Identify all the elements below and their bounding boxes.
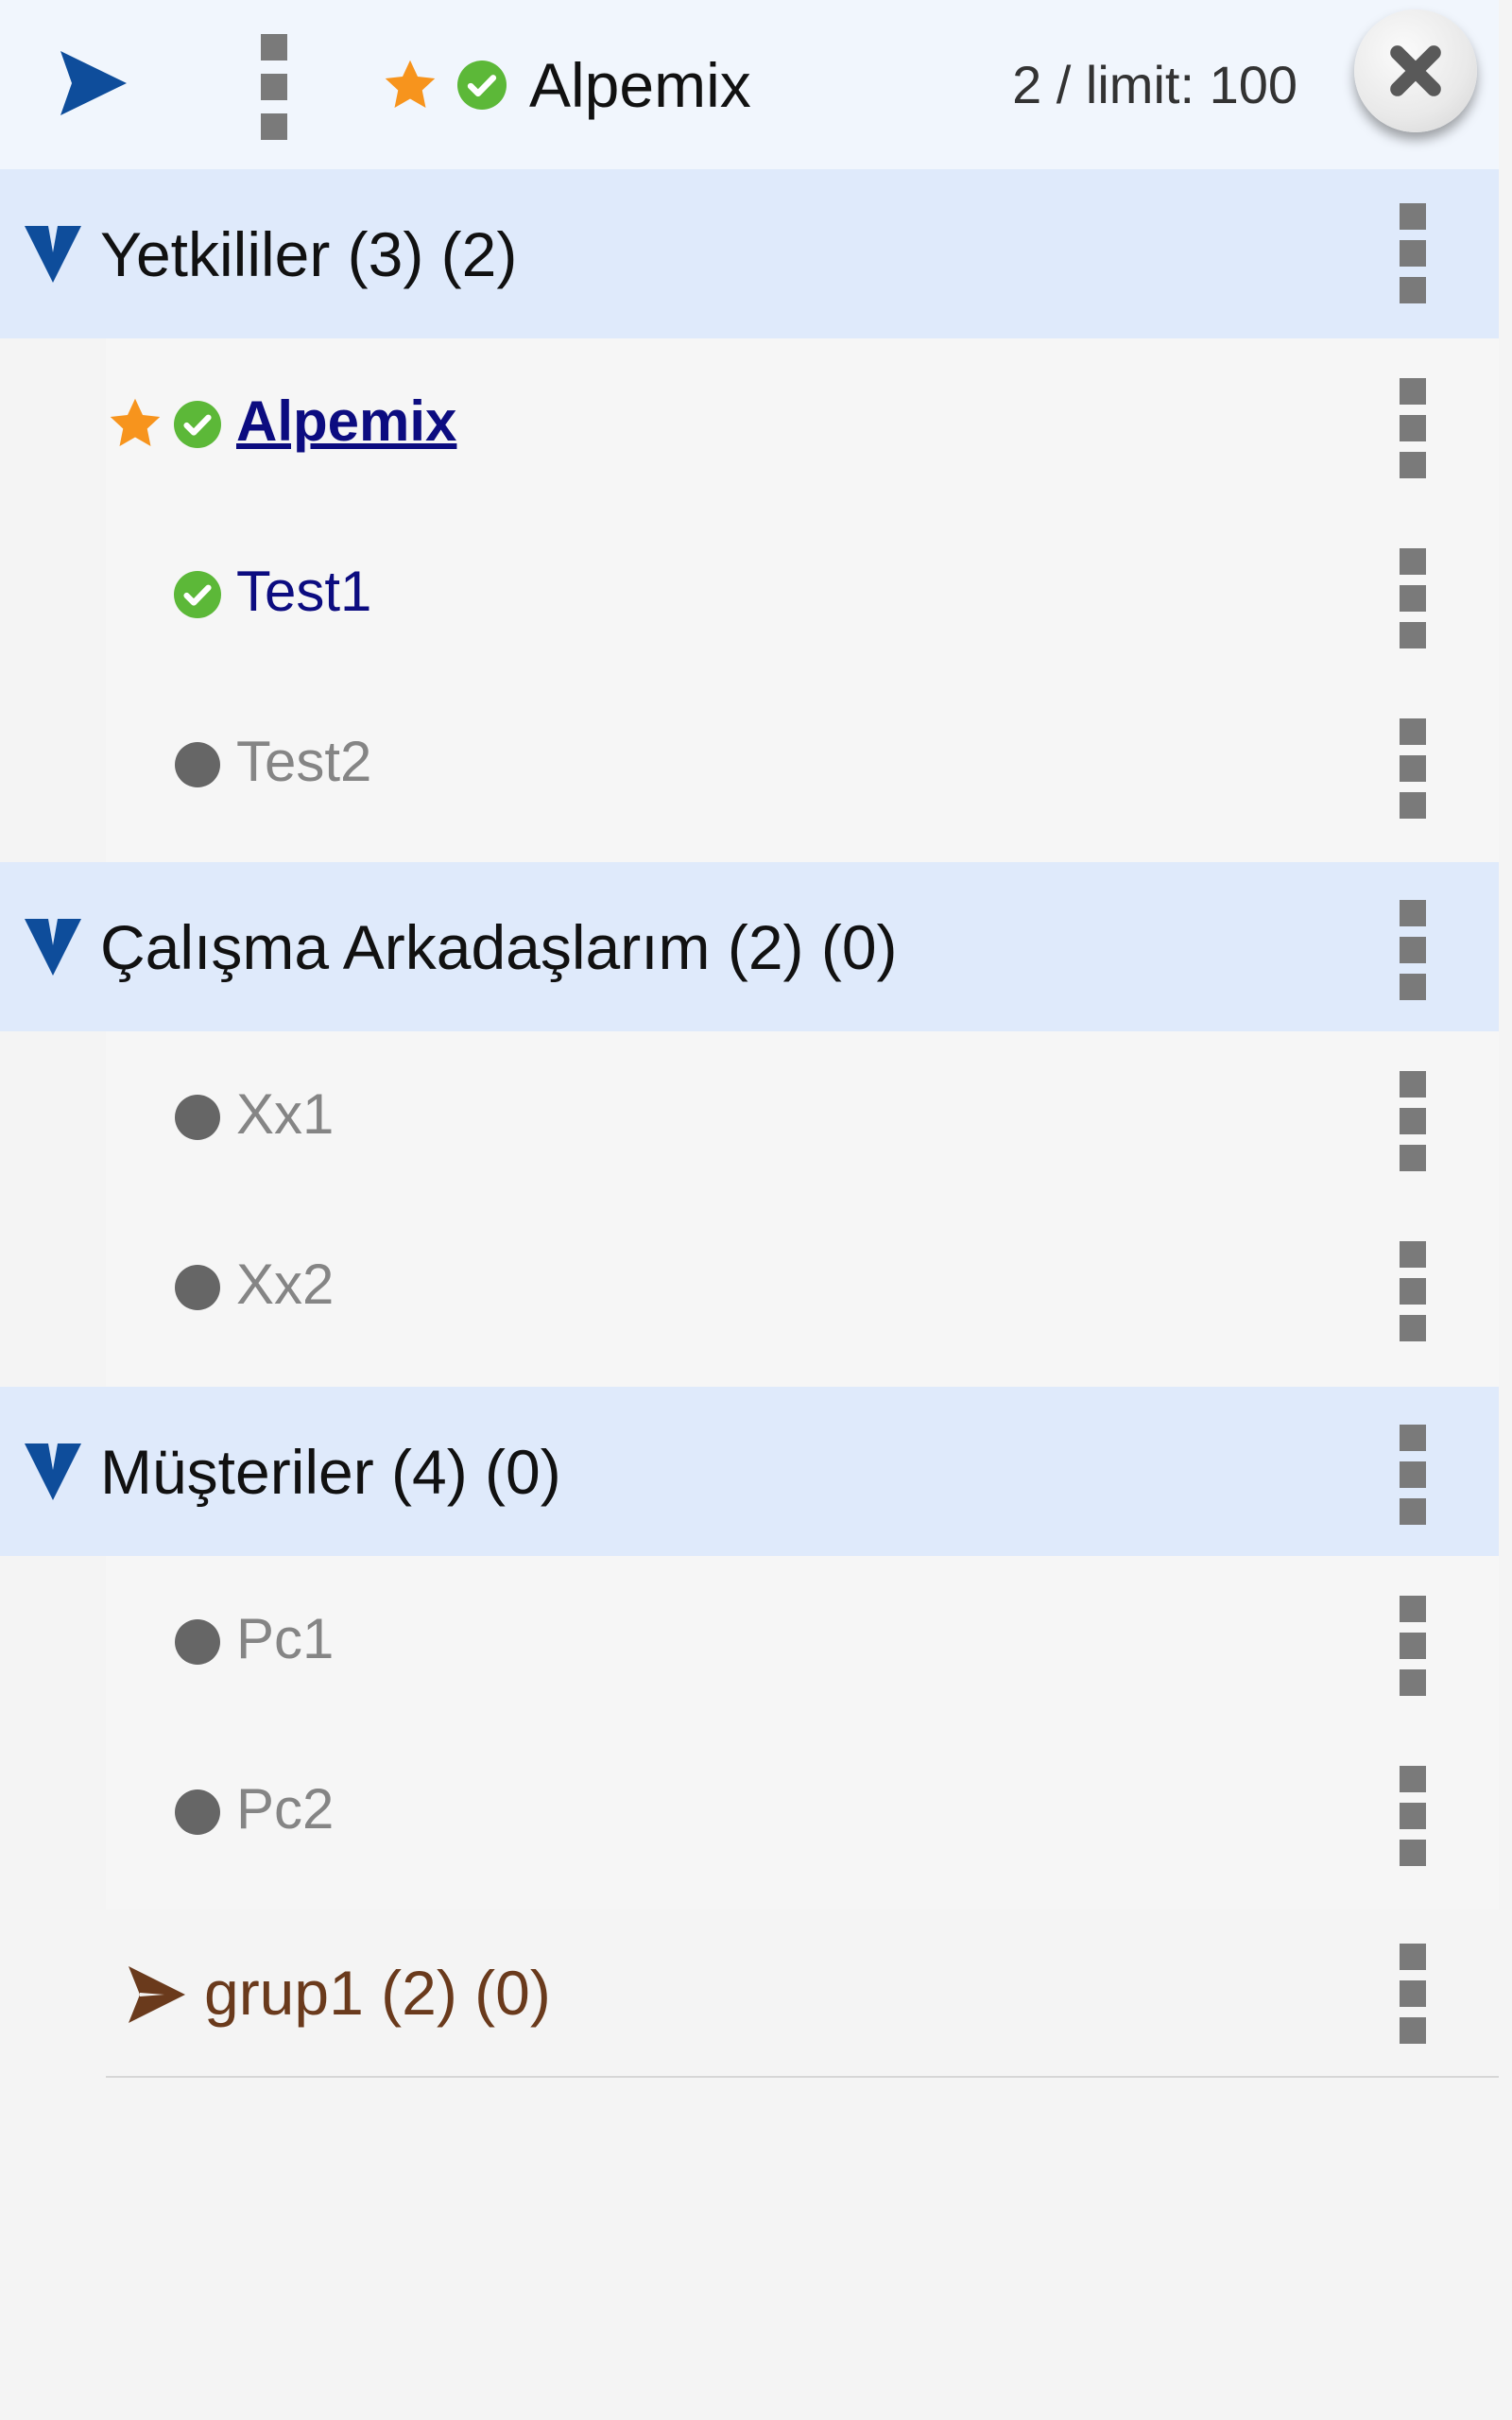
chevron-down-icon [25, 1443, 81, 1500]
chevron-down-icon [25, 919, 81, 976]
overflow-menu-icon[interactable] [255, 34, 293, 140]
offline-status-icon [175, 1619, 220, 1665]
contact-name: Test1 [236, 560, 372, 623]
overflow-menu-icon[interactable] [1399, 203, 1427, 303]
contact-name: Pc1 [236, 1607, 335, 1670]
chevron-right-icon [129, 1966, 185, 2023]
overflow-menu-icon[interactable] [1399, 378, 1427, 478]
group-label: Yetkililer (3) (2) [100, 219, 518, 289]
subgroup-label: grup1 (2) (0) [204, 1958, 551, 2028]
chevron-down-icon [25, 226, 81, 283]
overflow-menu-icon[interactable] [1399, 1241, 1427, 1341]
overflow-menu-icon[interactable] [1399, 548, 1427, 648]
overflow-menu-icon[interactable] [1399, 1944, 1427, 2044]
contact-row[interactable]: Test2 [106, 679, 1499, 849]
connection-count: 2 / limit: 100 [1012, 55, 1297, 114]
group-items: Xx1 Xx2 [106, 1031, 1499, 1387]
contact-name: Pc2 [236, 1777, 335, 1841]
contact-row[interactable]: Pc2 [106, 1726, 1499, 1896]
group-header-yetkililer[interactable]: Yetkililer (3) (2) [0, 169, 1499, 338]
offline-status-icon [175, 1265, 220, 1310]
overflow-menu-icon[interactable] [1399, 900, 1427, 1000]
contact-name: Xx1 [236, 1082, 335, 1146]
contact-name: Xx2 [236, 1253, 335, 1316]
contact-row[interactable]: Xx1 [106, 1031, 1499, 1201]
app-title: Alpemix [529, 50, 751, 120]
offline-status-icon [175, 1789, 220, 1835]
contact-name: Test2 [236, 730, 372, 793]
offline-status-icon [175, 1095, 220, 1140]
overflow-menu-icon[interactable] [1399, 718, 1427, 819]
contact-row[interactable]: Alpemix [106, 338, 1499, 509]
group-header-musteriler[interactable]: Müşteriler (4) (0) [0, 1387, 1499, 1556]
top-bar: Alpemix 2 / limit: 100 [0, 0, 1499, 169]
group-items: Alpemix Test1 Test2 [106, 338, 1499, 862]
star-icon [110, 398, 161, 446]
star-icon [385, 60, 436, 108]
send-icon[interactable] [59, 49, 129, 117]
overflow-menu-icon[interactable] [1399, 1766, 1427, 1866]
online-check-icon [457, 60, 507, 110]
overflow-menu-icon[interactable] [1399, 1071, 1427, 1171]
group-label: Çalışma Arkadaşlarım (2) (0) [100, 912, 898, 982]
subgroup-header-grup1[interactable]: grup1 (2) (0) [106, 1910, 1499, 2078]
group-header-calisma-arkadaslarim[interactable]: Çalışma Arkadaşlarım (2) (0) [0, 862, 1499, 1031]
online-check-icon [174, 571, 221, 618]
contact-row[interactable]: Pc1 [106, 1556, 1499, 1726]
overflow-menu-icon[interactable] [1399, 1425, 1427, 1525]
close-button[interactable] [1354, 9, 1477, 132]
contact-row[interactable]: Test1 [106, 509, 1499, 679]
group-label: Müşteriler (4) (0) [100, 1437, 561, 1507]
contact-name[interactable]: Alpemix [236, 382, 456, 461]
group-items: Pc1 Pc2 [106, 1556, 1499, 1910]
offline-status-icon [175, 742, 220, 787]
contact-row[interactable]: Xx2 [106, 1201, 1499, 1372]
overflow-menu-icon[interactable] [1399, 1596, 1427, 1696]
close-icon [1390, 45, 1441, 96]
online-check-icon [174, 401, 221, 448]
